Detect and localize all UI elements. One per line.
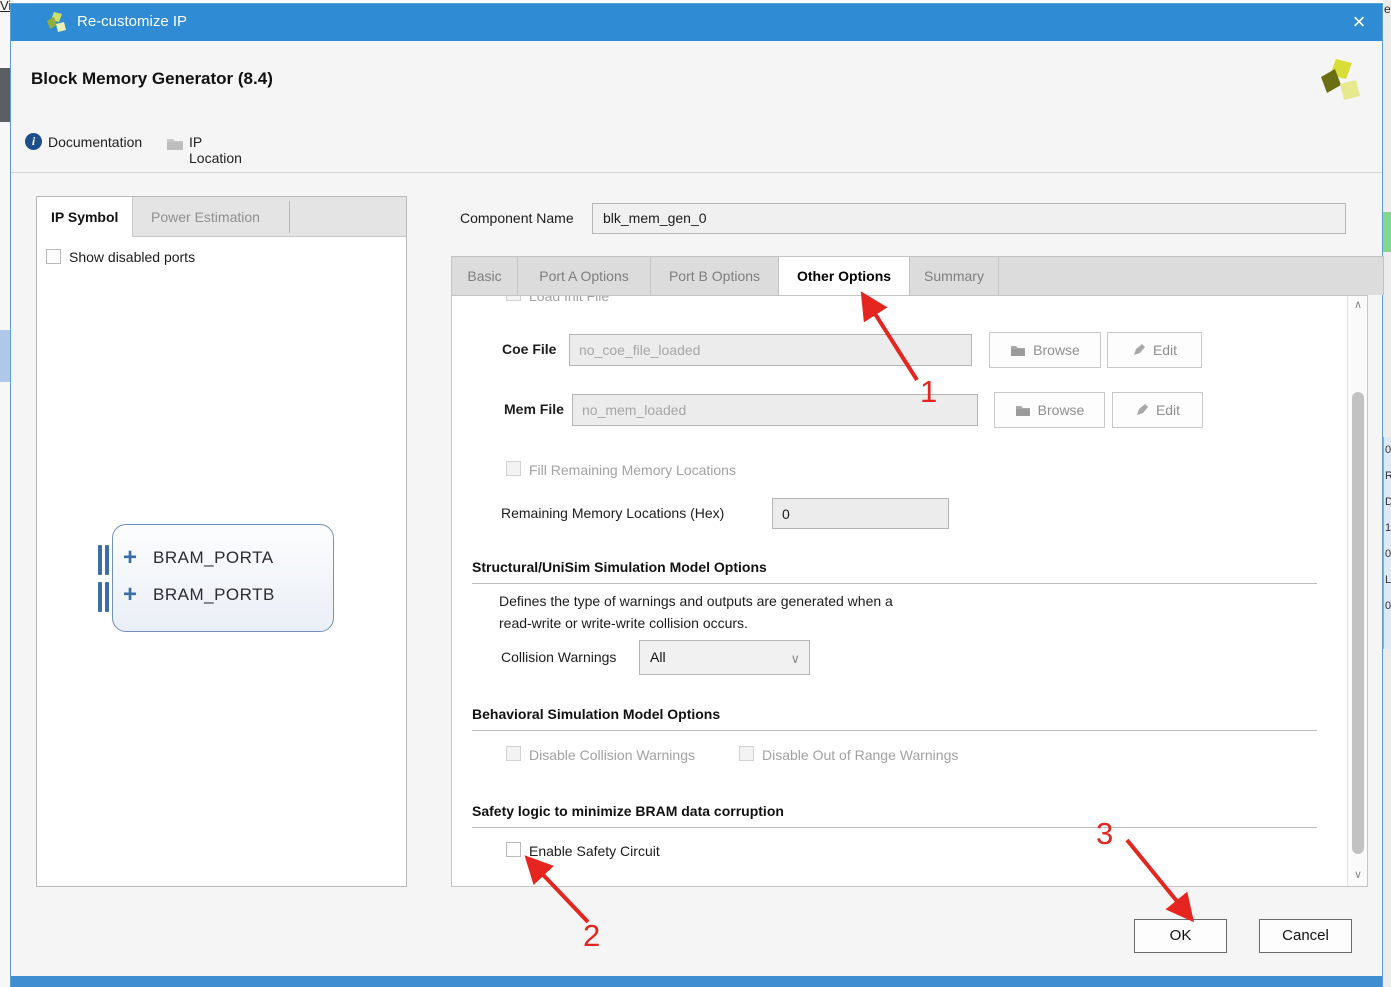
- disable-collision-warnings-label: Disable Collision Warnings: [529, 747, 695, 763]
- coe-file-input[interactable]: no_coe_file_loaded: [569, 334, 972, 366]
- bg-char: L: [1385, 574, 1391, 586]
- remaining-hex-label: Remaining Memory Locations (Hex): [501, 505, 725, 521]
- disable-out-of-range-label: Disable Out of Range Warnings: [762, 747, 959, 763]
- xilinx-logo-icon: [47, 12, 66, 32]
- structural-desc-line1: Defines the type of warnings and outputs…: [499, 593, 893, 609]
- coe-browse-button[interactable]: Browse: [989, 332, 1101, 368]
- structural-desc-line2: read-write or write-write collision occu…: [499, 615, 748, 631]
- edit-pencil-icon: [1136, 404, 1148, 415]
- collision-warnings-select[interactable]: All ∨: [639, 640, 810, 675]
- scroll-down-icon[interactable]: ∨: [1348, 866, 1367, 884]
- mem-edit-label: Edit: [1155, 402, 1181, 418]
- info-icon: i: [25, 133, 42, 150]
- bg-char: 0: [1385, 548, 1391, 560]
- collision-warnings-label: Collision Warnings: [501, 649, 617, 665]
- bg-char: 0: [1385, 444, 1391, 456]
- bus-bars-icon: [98, 582, 112, 617]
- tab-power-estimation[interactable]: Power Estimation: [137, 197, 274, 237]
- edit-pencil-icon: [1133, 344, 1145, 355]
- remaining-hex-input[interactable]: 0: [772, 498, 949, 529]
- folder-icon: [1011, 346, 1026, 356]
- collision-warnings-value: All: [650, 649, 666, 665]
- section-rule: [472, 827, 1317, 828]
- bram-portb-row[interactable]: + BRAM_PORTB: [98, 580, 333, 614]
- tab-other-options[interactable]: Other Options: [779, 257, 910, 298]
- scrollbar-thumb[interactable]: [1352, 392, 1364, 854]
- background-selection-fragment: [0, 330, 10, 382]
- tab-summary[interactable]: Summary: [910, 257, 999, 296]
- bram-porta-label: BRAM_PORTA: [153, 548, 274, 567]
- ip-symbol-diagram: + BRAM_PORTA + BRAM_PORTB: [98, 524, 334, 632]
- disable-collision-warnings-checkbox[interactable]: [506, 746, 521, 761]
- ip-location-label: IP Location: [189, 134, 242, 166]
- left-panel-tabbar: IP Symbol Power Estimation: [37, 197, 406, 237]
- load-init-file-label: Load Init File: [529, 295, 610, 304]
- background-window-left-sliver: Vi: [0, 0, 11, 987]
- options-tabbar: Basic Port A Options Port B Options Othe…: [451, 256, 1384, 298]
- section-rule: [472, 583, 1317, 584]
- scroll-up-icon[interactable]: ∧: [1348, 296, 1367, 314]
- other-options-panel: Load Init File Coe File no_coe_file_load…: [451, 295, 1368, 887]
- page-title: Block Memory Generator (8.4): [31, 69, 273, 88]
- coe-browse-label: Browse: [1033, 342, 1080, 358]
- background-menu-fragment-right: e: [1384, 2, 1391, 16]
- coe-file-label: Coe File: [502, 341, 557, 357]
- bg-char: 0: [1385, 600, 1391, 612]
- header-separator: [11, 172, 1382, 173]
- background-dark-tab: [0, 68, 10, 122]
- expand-plus-icon[interactable]: +: [123, 543, 137, 573]
- close-icon[interactable]: ×: [1344, 9, 1374, 36]
- component-name-label: Component Name: [460, 210, 574, 226]
- load-init-file-checkbox[interactable]: [506, 296, 521, 301]
- tab-basic[interactable]: Basic: [452, 257, 518, 296]
- cancel-button[interactable]: Cancel: [1259, 919, 1352, 953]
- mem-browse-label: Browse: [1037, 402, 1085, 418]
- folder-icon: [1015, 406, 1030, 416]
- background-green-block: [1383, 212, 1391, 252]
- tab-ip-symbol[interactable]: IP Symbol: [37, 197, 134, 237]
- mem-file-label: Mem File: [504, 401, 564, 417]
- bg-char: 1: [1385, 522, 1391, 534]
- coe-edit-label: Edit: [1152, 342, 1178, 358]
- show-disabled-ports-label: Show disabled ports: [69, 249, 196, 265]
- bus-bars-icon: [98, 545, 112, 580]
- safety-section-title: Safety logic to minimize BRAM data corru…: [472, 803, 784, 819]
- background-table-fragment: 0 R D 1 0 L 0: [1383, 437, 1391, 649]
- expand-plus-icon[interactable]: +: [123, 580, 137, 610]
- dialog-titlebar[interactable]: Re-customize IP ×: [11, 4, 1382, 41]
- show-disabled-ports-checkbox[interactable]: [46, 249, 61, 264]
- structural-section-title: Structural/UniSim Simulation Model Optio…: [472, 559, 767, 575]
- section-rule: [472, 730, 1317, 731]
- behavioral-section-title: Behavioral Simulation Model Options: [472, 706, 721, 722]
- disable-out-of-range-checkbox[interactable]: [739, 746, 754, 761]
- chevron-down-icon: ∨: [790, 651, 800, 666]
- bg-char: D: [1384, 489, 1391, 515]
- dialog-bottom-strip: [11, 976, 1382, 987]
- component-name-input[interactable]: blk_mem_gen_0: [592, 203, 1346, 234]
- bram-porta-row[interactable]: + BRAM_PORTA: [98, 543, 333, 577]
- tab-divider: [289, 201, 290, 233]
- recustomize-ip-dialog: Re-customize IP × Block Memory Generator…: [10, 3, 1384, 987]
- mem-browse-button[interactable]: Browse: [994, 392, 1105, 428]
- enable-safety-circuit-label: Enable Safety Circuit: [529, 843, 660, 859]
- dialog-title: Re-customize IP: [77, 13, 188, 30]
- ip-symbol-panel: IP Symbol Power Estimation Show disabled…: [36, 196, 407, 887]
- fill-remaining-label: Fill Remaining Memory Locations: [529, 462, 736, 478]
- folder-icon: [167, 139, 183, 150]
- enable-safety-circuit-checkbox[interactable]: [506, 842, 521, 857]
- bg-char: R: [1384, 463, 1391, 489]
- mem-edit-button[interactable]: Edit: [1112, 392, 1203, 428]
- tab-port-a-options[interactable]: Port A Options: [518, 257, 651, 296]
- ok-button[interactable]: OK: [1134, 919, 1227, 953]
- xilinx-logo-icon-large: [1321, 59, 1360, 100]
- coe-edit-button[interactable]: Edit: [1107, 332, 1202, 368]
- background-window-right-sliver: e 0 R D 1 0 L 0: [1383, 0, 1391, 987]
- tab-port-b-options[interactable]: Port B Options: [651, 257, 779, 296]
- bram-portb-label: BRAM_PORTB: [153, 585, 275, 604]
- fill-remaining-checkbox[interactable]: [506, 461, 521, 476]
- mem-file-input[interactable]: no_mem_loaded: [572, 394, 978, 426]
- documentation-label: Documentation: [48, 134, 143, 150]
- options-scrollbar[interactable]: ∧ ∨: [1347, 296, 1367, 886]
